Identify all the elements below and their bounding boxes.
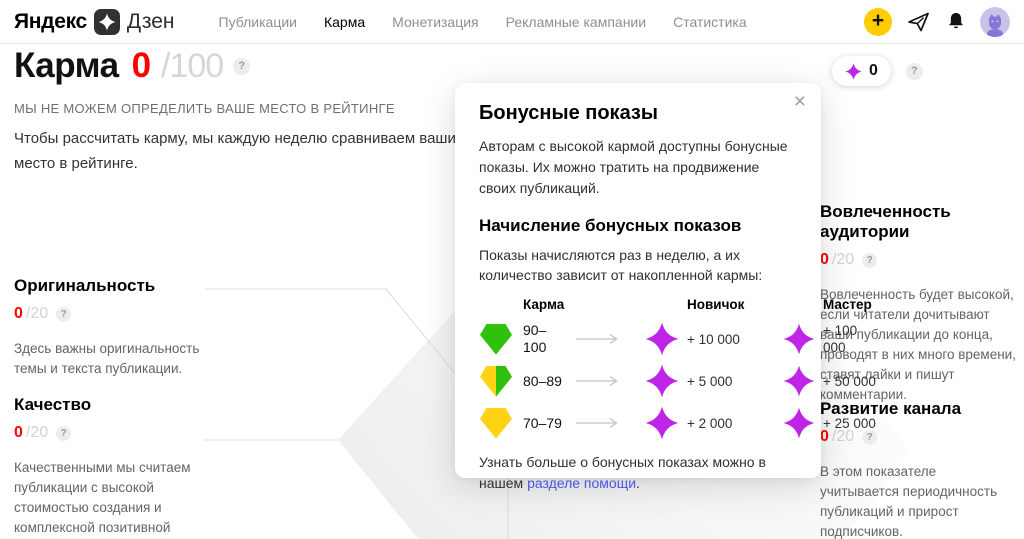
novice-bonus-value: + 2 000 bbox=[687, 415, 733, 431]
modal-intro-text: Авторам с высокой кармой доступны бонусн… bbox=[479, 138, 788, 196]
bonus-diamond-icon bbox=[845, 62, 862, 80]
arrow-right-icon bbox=[576, 333, 618, 345]
metric-score-row: 0 /20 ? bbox=[14, 305, 219, 323]
bonus-table-header: Карма Новичок Мастер bbox=[479, 297, 872, 314]
modal-footer-text: Узнать больше о бонусных показах можно в… bbox=[479, 452, 797, 494]
karma-help-icon[interactable]: ? bbox=[233, 57, 251, 75]
metric-score-row: 0 /20 ? bbox=[820, 251, 1018, 269]
zen-star-icon bbox=[93, 8, 120, 35]
header-actions: + bbox=[864, 6, 1010, 37]
bell-icon bbox=[949, 12, 963, 28]
avatar-cat-icon bbox=[980, 6, 1010, 37]
bonus-table-row: 90– 100 + 10 000 + 100 000 bbox=[479, 322, 857, 356]
metric-description: В этом показателе учитывается периодично… bbox=[820, 464, 998, 539]
metric-score-row: 0 /20 ? bbox=[820, 428, 1018, 446]
karma-range: 70–79 bbox=[523, 414, 562, 431]
arrow-right-icon bbox=[576, 375, 618, 387]
bonus-shows-modal: × Бонусные показы Авторам с высокой карм… bbox=[455, 83, 876, 491]
bonus-diamond-icon bbox=[645, 364, 679, 398]
paper-plane-icon bbox=[908, 12, 929, 31]
metric-help-icon[interactable]: ? bbox=[56, 306, 72, 322]
bonus-diamond-icon bbox=[645, 322, 679, 356]
metric-score: 0 bbox=[14, 305, 23, 322]
bonus-count: 0 bbox=[869, 62, 878, 79]
column-header-karma: Карма bbox=[523, 297, 565, 312]
metric-quality: Качество 0 /20 ? Качественными мы считае… bbox=[14, 395, 219, 539]
metric-score: 0 bbox=[820, 251, 829, 268]
close-icon[interactable]: × bbox=[794, 91, 806, 112]
top-navigation-bar: Яндекс Дзен Публикации Карма Монетизация… bbox=[0, 0, 1024, 44]
notifications-button[interactable] bbox=[945, 10, 967, 34]
metric-score-max: /20 bbox=[25, 305, 49, 322]
yandex-zen-logo[interactable]: Яндекс Дзен bbox=[14, 8, 175, 35]
nav-item-statistics[interactable]: Статистика bbox=[673, 14, 747, 30]
karma-score: 0 bbox=[131, 46, 152, 85]
karma-range: 80–89 bbox=[523, 372, 562, 389]
logo-brand-text: Яндекс bbox=[14, 9, 87, 33]
bonus-table-row: 80–89 + 5 000 + 50 000 bbox=[479, 364, 876, 398]
gem-yellow-icon bbox=[480, 408, 512, 439]
metric-title: Качество bbox=[14, 395, 92, 414]
master-bonus-value: + 100 000 bbox=[823, 323, 858, 355]
novice-bonus-value: + 10 000 bbox=[687, 331, 740, 347]
karma-page: Яндекс Дзен Публикации Карма Монетизация… bbox=[0, 0, 1024, 539]
metric-score: 0 bbox=[14, 424, 23, 441]
column-header-novice: Новичок bbox=[687, 297, 745, 312]
bonus-diamond-icon bbox=[645, 406, 679, 440]
bonus-help-icon[interactable]: ? bbox=[905, 62, 923, 80]
page-heading: Карма 0 /100 ? bbox=[14, 46, 251, 86]
page-title: Карма bbox=[14, 46, 119, 85]
plus-icon: + bbox=[871, 9, 885, 32]
footer-text-suffix: . bbox=[636, 475, 640, 491]
metric-description: Здесь важны оригинальность темы и текста… bbox=[14, 341, 200, 376]
bonus-table-row: 70–79 + 2 000 + 25 000 bbox=[479, 406, 876, 440]
create-publication-button[interactable]: + bbox=[864, 7, 892, 36]
metric-score-max: /20 bbox=[831, 251, 855, 268]
metric-score-max: /20 bbox=[25, 424, 49, 441]
rating-status-text: МЫ НЕ МОЖЕМ ОПРЕДЕЛИТЬ ВАШЕ МЕСТО В РЕЙТ… bbox=[14, 101, 395, 116]
share-button[interactable] bbox=[905, 10, 932, 34]
bonus-badge-area: 0 ? bbox=[832, 56, 923, 86]
metric-help-icon[interactable]: ? bbox=[862, 252, 878, 268]
bonus-diamond-icon bbox=[783, 365, 815, 397]
metric-help-icon[interactable]: ? bbox=[862, 429, 878, 445]
bonus-diamond-icon bbox=[783, 323, 815, 355]
nav-item-publications[interactable]: Публикации bbox=[219, 14, 297, 30]
nav-item-ad-campaigns[interactable]: Рекламные кампании bbox=[506, 14, 646, 30]
gem-green-icon bbox=[480, 324, 512, 355]
metric-title: Оригинальность bbox=[14, 276, 156, 295]
metric-help-icon[interactable]: ? bbox=[56, 425, 72, 441]
logo-product-text: Дзен bbox=[126, 9, 175, 33]
arrow-right-icon bbox=[576, 417, 618, 429]
bonus-table: Карма Новичок Мастер 90– 100 + 10 000 + … bbox=[479, 297, 876, 440]
modal-title: Бонусные показы bbox=[479, 102, 658, 124]
main-nav: Публикации Карма Монетизация Рекламные к… bbox=[219, 14, 747, 30]
column-header-master: Мастер bbox=[823, 297, 872, 312]
master-bonus-value: + 25 000 bbox=[823, 415, 876, 431]
karma-description-line2: место в рейтинге. bbox=[14, 155, 138, 172]
modal-subheading: Начисление бонусных показов bbox=[479, 216, 742, 235]
metric-originality: Оригинальность 0 /20 ? Здесь важны ориги… bbox=[14, 276, 219, 379]
karma-score-max: /100 bbox=[161, 46, 224, 85]
metric-score-row: 0 /20 ? bbox=[14, 424, 219, 442]
user-avatar[interactable] bbox=[980, 6, 1010, 37]
metric-score-max: /20 bbox=[831, 428, 855, 445]
master-bonus-value: + 50 000 bbox=[823, 373, 876, 389]
nav-item-karma[interactable]: Карма bbox=[324, 14, 365, 30]
novice-bonus-value: + 5 000 bbox=[687, 373, 733, 389]
help-section-link[interactable]: разделе помощи bbox=[527, 475, 636, 491]
karma-range: 90– 100 bbox=[523, 322, 547, 355]
bonus-diamond-icon bbox=[783, 407, 815, 439]
gem-yellow-green-icon bbox=[480, 366, 512, 397]
metric-title: Вовлеченность аудитории bbox=[820, 202, 951, 241]
metric-description: Качественными мы считаем публикации с вы… bbox=[14, 460, 191, 535]
bonus-shows-badge[interactable]: 0 bbox=[832, 56, 891, 86]
modal-note-text: Показы начисляются раз в неделю, а их ко… bbox=[479, 247, 763, 283]
nav-item-monetization[interactable]: Монетизация bbox=[392, 14, 479, 30]
